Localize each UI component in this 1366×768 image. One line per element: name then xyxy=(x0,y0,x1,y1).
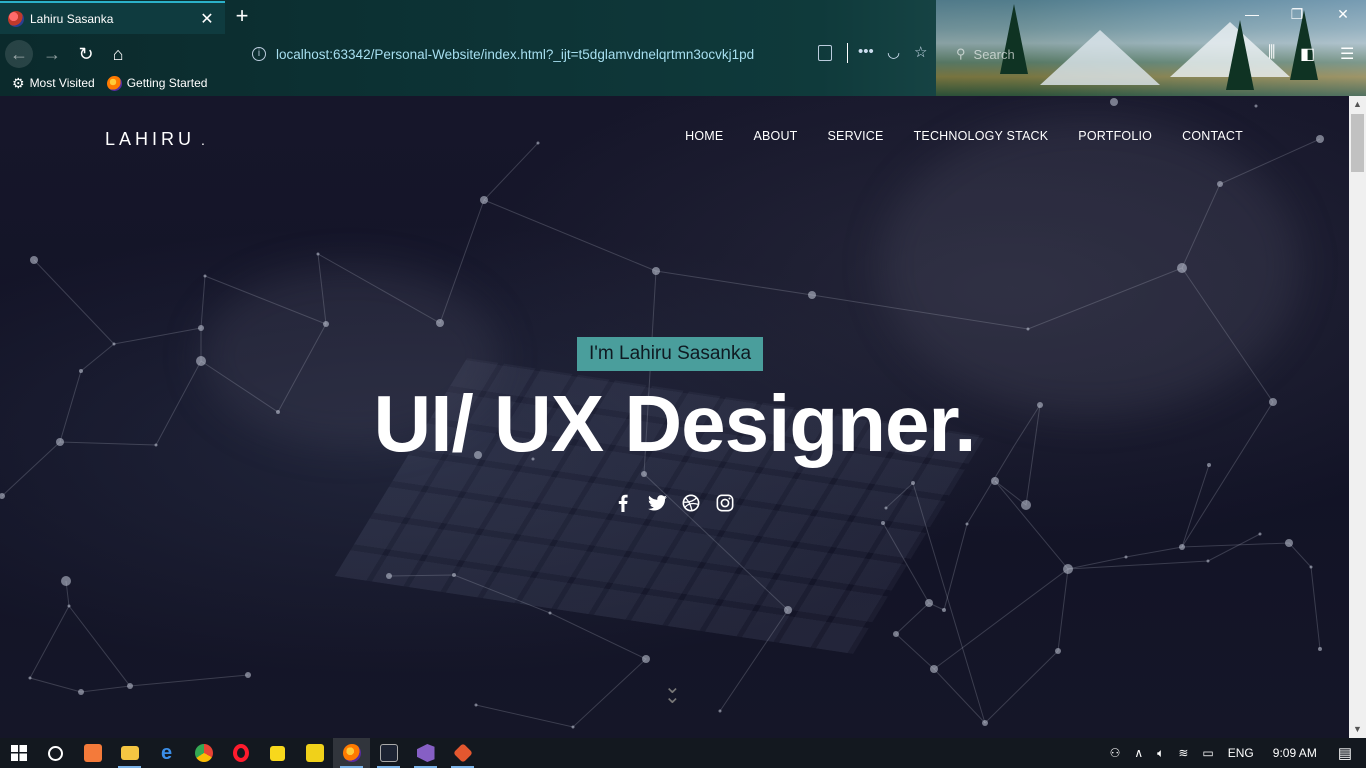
system-tray: ⚇ ∧ 🔈︎ ≋ ▭ ENG 9:09 AM ▤ xyxy=(1103,738,1366,768)
site-logo-dot: . xyxy=(201,132,205,148)
window-close-icon[interactable]: ✕ xyxy=(1329,6,1357,23)
nav-service[interactable]: SERVICE xyxy=(828,129,884,143)
site-logo[interactable]: LAHIRU. xyxy=(105,129,205,150)
scroll-down-arrow-icon[interactable]: ▼ xyxy=(1349,721,1366,738)
nav-technology-stack[interactable]: TECHNOLOGY STACK xyxy=(914,129,1049,143)
wifi-icon[interactable]: ≋ xyxy=(1178,746,1188,760)
back-arrow-icon[interactable]: ← xyxy=(5,40,33,68)
page-actions-icon[interactable]: ••• xyxy=(858,43,874,60)
address-bar[interactable]: i localhost:63342/Personal-Website/index… xyxy=(244,41,848,67)
nav-contact[interactable]: CONTACT xyxy=(1182,129,1243,143)
bookmark-star-icon[interactable]: ☆ xyxy=(914,43,927,61)
edge-icon[interactable]: e xyxy=(148,738,185,768)
reload-icon[interactable]: ↻ xyxy=(72,40,100,68)
sourcetree-icon[interactable] xyxy=(444,738,481,768)
reader-view-icon[interactable] xyxy=(818,45,832,61)
instagram-icon[interactable] xyxy=(715,493,735,513)
people-icon[interactable]: ⚇ xyxy=(1110,746,1121,760)
scroll-up-arrow-icon[interactable]: ▲ xyxy=(1349,96,1366,113)
visual-studio-icon[interactable] xyxy=(407,738,444,768)
opera-icon[interactable] xyxy=(222,738,259,768)
bookmark-label: Getting Started xyxy=(126,76,208,90)
bookmark-getting-started[interactable]: Getting Started xyxy=(106,75,208,91)
clock[interactable]: 9:09 AM xyxy=(1273,746,1317,760)
restore-icon[interactable]: ❐ xyxy=(1283,6,1311,23)
toolbar-separator xyxy=(847,43,848,63)
menu-hamburger-icon[interactable]: ☰ xyxy=(1340,44,1354,64)
nav-home[interactable]: HOME xyxy=(685,129,723,143)
bookmark-label: Most Visited xyxy=(29,76,95,90)
cortana-icon[interactable] xyxy=(37,738,74,768)
page-scrollbar[interactable]: ▲ ▼ xyxy=(1349,96,1366,738)
intro-badge: I'm Lahiru Sasanka xyxy=(577,337,764,371)
browser-tab[interactable]: Lahiru Sasanka ✕ xyxy=(0,1,225,34)
hero-headline: UI/ UX Designer. xyxy=(373,379,977,468)
site-favicon-icon xyxy=(8,10,24,27)
file-explorer-icon[interactable] xyxy=(111,738,148,768)
firefox-icon xyxy=(106,75,122,91)
browser-chrome: Lahiru Sasanka ✕ + — ❐ ✕ ← → ↻ ⌂ i local… xyxy=(0,0,1366,96)
tab-title: Lahiru Sasanka xyxy=(30,11,114,26)
sticky-notes-icon[interactable] xyxy=(259,738,296,768)
volume-icon[interactable]: 🔈︎ xyxy=(1157,746,1164,761)
scrollbar-thumb[interactable] xyxy=(1351,114,1364,172)
firefox-taskbar-icon[interactable] xyxy=(333,738,370,768)
nav-about[interactable]: ABOUT xyxy=(753,129,797,143)
forward-arrow-icon[interactable]: → xyxy=(38,40,66,68)
sidebar-icon[interactable]: ◧ xyxy=(1300,44,1315,64)
url-text: localhost:63342/Personal-Website/index.h… xyxy=(276,46,755,62)
site-logo-text: LAHIRU xyxy=(105,129,196,149)
library-icon[interactable]: ⫼ xyxy=(1268,44,1275,62)
home-icon[interactable]: ⌂ xyxy=(104,40,132,68)
search-input[interactable]: ⚲ Search xyxy=(950,42,1150,66)
social-links xyxy=(613,493,735,513)
nav-portfolio[interactable]: PORTFOLIO xyxy=(1078,129,1152,143)
navigation-toolbar: ← → ↻ ⌂ i localhost:63342/Personal-Websi… xyxy=(0,36,1366,70)
intellij-icon[interactable] xyxy=(370,738,407,768)
battery-icon[interactable]: ▭ xyxy=(1202,746,1213,760)
search-placeholder: Search xyxy=(973,46,1015,62)
search-icon: ⚲ xyxy=(956,46,966,61)
bookmark-most-visited[interactable]: ⚙ Most Visited xyxy=(0,75,95,92)
media-player-icon[interactable] xyxy=(296,738,333,768)
gear-icon: ⚙ xyxy=(12,74,25,91)
pocket-icon[interactable]: ◡ xyxy=(887,43,900,61)
action-center-icon[interactable]: ▤ xyxy=(1338,744,1352,762)
tab-close-icon[interactable]: ✕ xyxy=(197,9,217,29)
scroll-down-chevron-icon[interactable]: ⌄ ⌄ xyxy=(664,677,681,707)
xampp-icon[interactable] xyxy=(74,738,111,768)
chrome-icon[interactable] xyxy=(185,738,222,768)
windows-start-icon[interactable] xyxy=(0,738,37,768)
twitter-icon[interactable] xyxy=(647,493,667,513)
tray-chevron-up-icon[interactable]: ∧ xyxy=(1134,746,1143,760)
new-tab-button[interactable]: + xyxy=(231,4,253,28)
website-hero: LAHIRU. HOME ABOUT SERVICE TECHNOLOGY ST… xyxy=(0,96,1349,738)
site-info-icon[interactable]: i xyxy=(252,47,266,61)
minimize-icon[interactable]: — xyxy=(1238,6,1266,22)
language-indicator[interactable]: ENG xyxy=(1228,746,1254,760)
bookmarks-toolbar: ⚙ Most Visited Getting Started xyxy=(0,72,700,94)
facebook-icon[interactable] xyxy=(613,493,633,513)
windows-taskbar: e ⚇ ∧ 🔈︎ ≋ ▭ ENG 9:09 AM ▤ xyxy=(0,738,1366,768)
main-navigation: HOME ABOUT SERVICE TECHNOLOGY STACK PORT… xyxy=(685,129,1243,143)
dribbble-icon[interactable] xyxy=(681,493,701,513)
